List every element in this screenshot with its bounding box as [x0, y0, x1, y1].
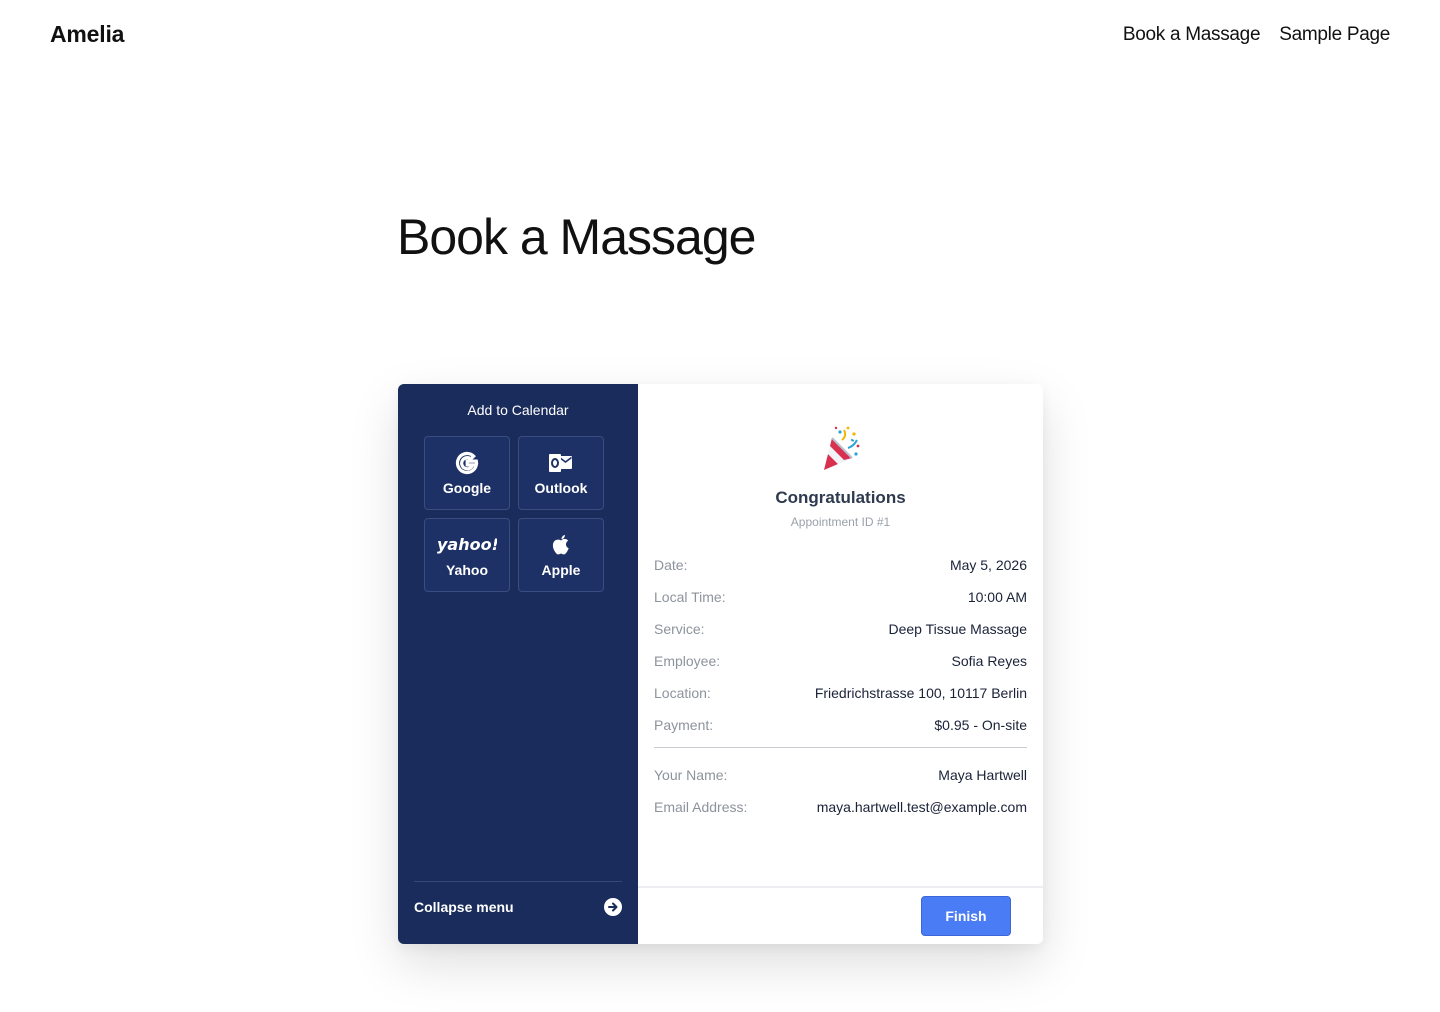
detail-label: Local Time:	[654, 589, 726, 605]
finish-button[interactable]: Finish	[921, 896, 1011, 936]
apple-label: Apple	[541, 562, 581, 578]
detail-row-service: Service: Deep Tissue Massage	[654, 613, 1027, 645]
page-title: Book a Massage	[397, 209, 756, 265]
calendar-options: Google Outlook yahoo! Yahoo Apple	[424, 436, 604, 592]
detail-value: $0.95 - On-site	[934, 717, 1027, 733]
detail-value: maya.hartwell.test@example.com	[816, 799, 1027, 815]
detail-row-employee: Employee: Sofia Reyes	[654, 645, 1027, 677]
yahoo-icon: yahoo!	[437, 532, 497, 558]
detail-value: Friedrichstrasse 100, 10117 Berlin	[814, 685, 1027, 701]
main-nav: Book a Massage Sample Page	[1123, 24, 1390, 46]
detail-label: Email Address:	[654, 799, 748, 815]
collapse-menu-label: Collapse menu	[414, 899, 514, 915]
nav-link-book-a-massage[interactable]: Book a Massage	[1123, 24, 1261, 46]
collapse-menu-button[interactable]: Collapse menu	[414, 881, 622, 916]
detail-label: Payment:	[654, 717, 714, 733]
party-popper-icon	[818, 424, 862, 474]
detail-row-payment: Payment: $0.95 - On-site	[654, 709, 1027, 741]
outlook-icon	[548, 450, 574, 476]
detail-value: Deep Tissue Massage	[888, 621, 1027, 637]
detail-label: Location:	[654, 685, 711, 701]
calendar-sidebar: Add to Calendar Google Outlook yahoo! Ya…	[398, 384, 638, 944]
nav-link-sample-page[interactable]: Sample Page	[1279, 24, 1390, 46]
appointment-details: Date: May 5, 2026 Local Time: 10:00 AM S…	[654, 549, 1027, 823]
detail-value: May 5, 2026	[949, 557, 1027, 573]
add-to-calendar-title: Add to Calendar	[467, 402, 569, 418]
site-title[interactable]: Amelia	[50, 21, 124, 48]
detail-row-date: Date: May 5, 2026	[654, 549, 1027, 581]
apple-calendar-button[interactable]: Apple	[518, 518, 604, 592]
confirmation-panel: Congratulations Appointment ID #1 Date: …	[638, 384, 1043, 944]
yahoo-calendar-button[interactable]: yahoo! Yahoo	[424, 518, 510, 592]
arrow-right-circle-icon	[604, 898, 622, 916]
outlook-label: Outlook	[534, 480, 588, 496]
detail-row-your-name: Your Name: Maya Hartwell	[654, 759, 1027, 791]
detail-row-local-time: Local Time: 10:00 AM	[654, 581, 1027, 613]
detail-label: Date:	[654, 557, 688, 573]
detail-row-email: Email Address: maya.hartwell.test@exampl…	[654, 791, 1027, 823]
detail-value: 10:00 AM	[967, 589, 1027, 605]
detail-label: Your Name:	[654, 767, 728, 783]
detail-row-location: Location: Friedrichstrasse 100, 10117 Be…	[654, 677, 1027, 709]
google-label: Google	[442, 480, 492, 496]
confirmation-footer: Finish	[638, 886, 1043, 944]
booking-widget: Add to Calendar Google Outlook yahoo! Ya…	[398, 384, 1043, 944]
svg-text:yahoo!: yahoo!	[437, 535, 497, 554]
details-divider	[654, 747, 1027, 748]
google-calendar-button[interactable]: Google	[424, 436, 510, 510]
google-icon	[455, 450, 479, 476]
appointment-id: Appointment ID #1	[790, 515, 891, 529]
detail-label: Employee:	[654, 653, 721, 669]
detail-value: Maya Hartwell	[938, 767, 1027, 783]
apple-icon	[550, 532, 572, 558]
congratulations-title: Congratulations	[775, 488, 906, 507]
yahoo-label: Yahoo	[445, 562, 488, 578]
detail-value: Sofia Reyes	[951, 653, 1027, 669]
detail-label: Service:	[654, 621, 705, 637]
outlook-calendar-button[interactable]: Outlook	[518, 436, 604, 510]
